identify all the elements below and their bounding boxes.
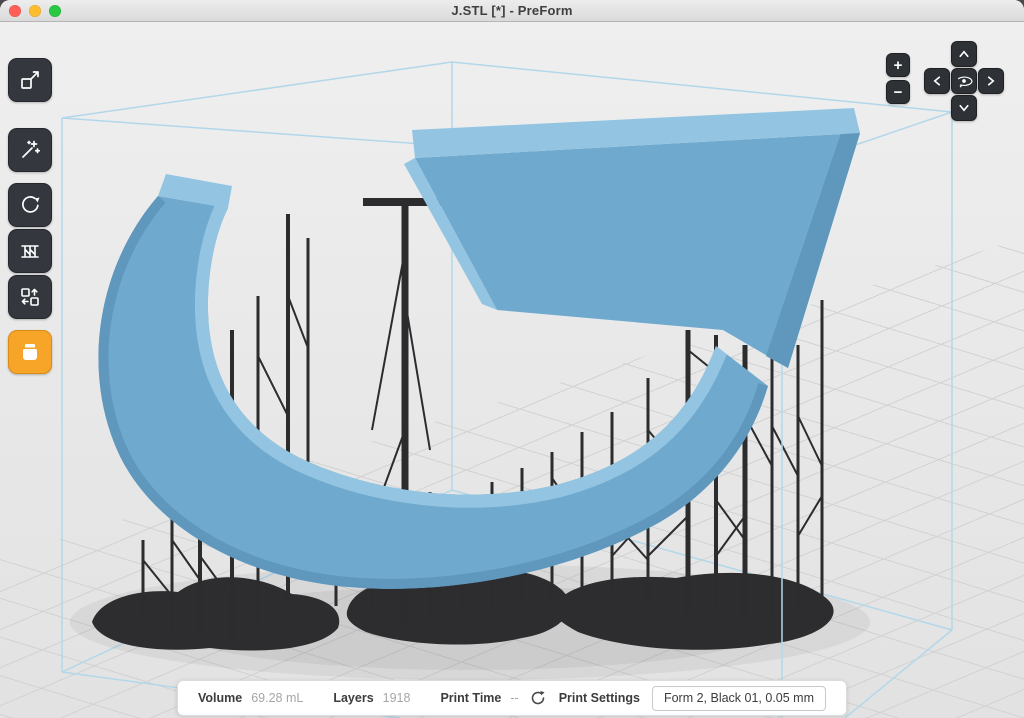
layout-icon	[18, 285, 42, 309]
volume-label: Volume	[198, 691, 242, 705]
print-settings-label: Print Settings	[559, 691, 640, 705]
print-cartridge-icon	[18, 340, 42, 364]
scale-tool-button[interactable]	[8, 58, 52, 102]
zoom-controls: + −	[886, 53, 910, 104]
rotate-view-left-button[interactable]	[924, 68, 950, 94]
reset-view-button[interactable]	[951, 68, 977, 94]
traffic-lights	[9, 5, 61, 17]
magic-wand-icon	[18, 138, 42, 162]
zoom-in-button[interactable]: +	[886, 53, 910, 77]
status-bar: Volume 69.28 mL Layers 1918 Print Time -…	[177, 680, 847, 716]
rotate-view-up-button[interactable]	[951, 41, 977, 67]
print-time-label: Print Time	[440, 691, 501, 705]
window-title: J.STL [*] - PreForm	[451, 3, 572, 18]
zoom-window-button[interactable]	[49, 5, 61, 17]
refresh-print-time-button[interactable]	[529, 689, 547, 707]
zoom-out-button[interactable]: −	[886, 80, 910, 104]
orbit-icon	[954, 71, 974, 91]
refresh-icon	[530, 690, 546, 706]
supports-tool-button[interactable]	[8, 229, 52, 273]
volume-value: 69.28 mL	[251, 691, 303, 705]
orient-tool-button[interactable]	[8, 183, 52, 227]
view-rotation-pad	[924, 41, 1004, 121]
preform-window: J.STL [*] - PreForm	[0, 0, 1024, 718]
print-settings-field[interactable]: Form 2, Black 01, 0.05 mm	[652, 686, 826, 711]
rotate-view-right-button[interactable]	[978, 68, 1004, 94]
chevron-left-icon	[928, 72, 946, 90]
print-time-value: --	[510, 691, 518, 705]
print-button[interactable]	[8, 330, 52, 374]
scale-icon	[18, 68, 42, 92]
scene	[0, 22, 1024, 718]
chevron-up-icon	[955, 45, 973, 63]
minimize-button[interactable]	[29, 5, 41, 17]
one-click-print-button[interactable]	[8, 128, 52, 172]
rotate-view-down-button[interactable]	[951, 95, 977, 121]
title-bar[interactable]: J.STL [*] - PreForm	[0, 0, 1024, 22]
chevron-right-icon	[982, 72, 1000, 90]
close-button[interactable]	[9, 5, 21, 17]
chevron-down-icon	[955, 99, 973, 117]
rotate-icon	[18, 193, 42, 217]
3d-viewport[interactable]: + −	[0, 22, 1024, 718]
supports-icon	[18, 239, 42, 263]
layers-label: Layers	[333, 691, 373, 705]
layers-value: 1918	[383, 691, 411, 705]
layout-tool-button[interactable]	[8, 275, 52, 319]
